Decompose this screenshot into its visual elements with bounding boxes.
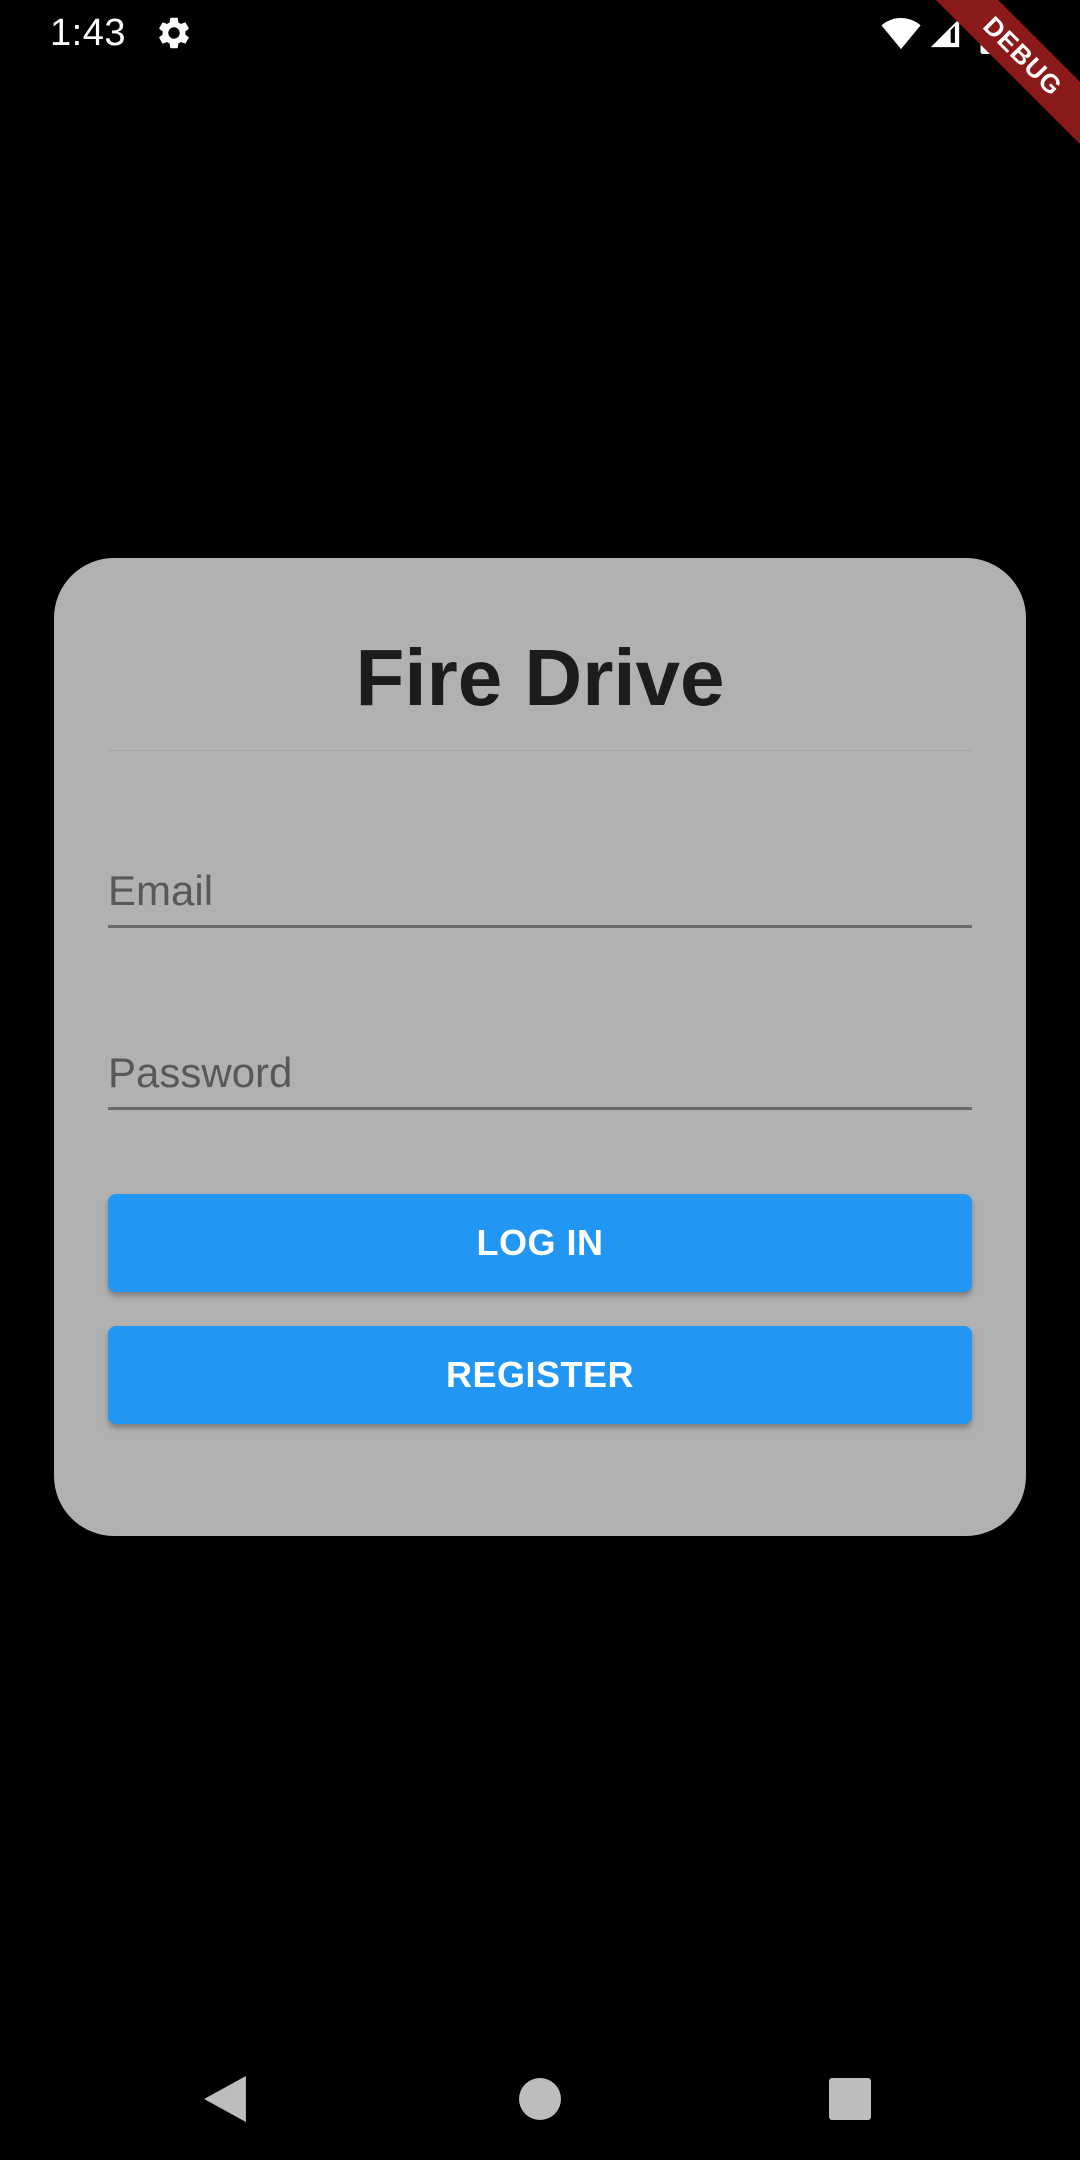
navigation-bar (0, 2034, 1080, 2160)
login-screen: 1:43 DEBUG Fire Drive LOG IN REGISTER (0, 0, 1080, 2160)
recents-icon[interactable] (829, 2078, 871, 2120)
status-time: 1:43 (50, 12, 126, 54)
login-button[interactable]: LOG IN (108, 1194, 972, 1292)
home-icon[interactable] (519, 2078, 561, 2120)
password-underline (108, 1107, 972, 1110)
wifi-icon (881, 18, 921, 50)
back-icon[interactable] (204, 2076, 246, 2122)
status-bar: 1:43 (0, 0, 1080, 66)
password-field (108, 1000, 972, 1126)
email-field (108, 818, 972, 944)
register-button[interactable]: REGISTER (108, 1326, 972, 1424)
settings-gear-icon (159, 17, 189, 49)
email-underline (108, 925, 972, 928)
title-divider (108, 750, 972, 751)
app-title: Fire Drive (355, 633, 725, 722)
login-card: Fire Drive LOG IN REGISTER (54, 558, 1026, 1536)
